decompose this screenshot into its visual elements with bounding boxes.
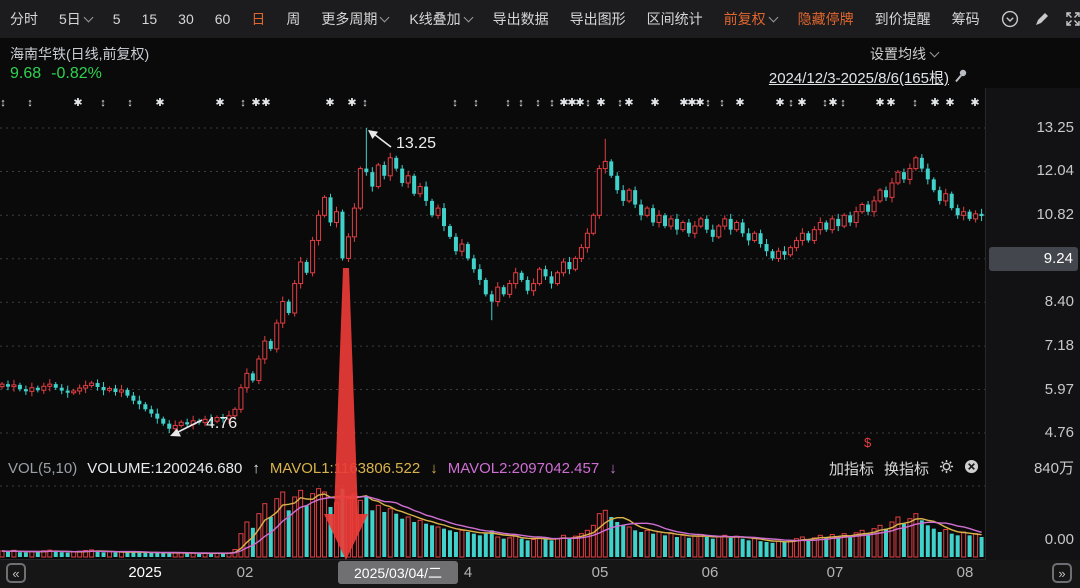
- toolbar-right-icons: [1001, 10, 1080, 28]
- chevron-down-icon: [768, 12, 778, 22]
- toolbar-item-1[interactable]: 5日: [59, 9, 92, 29]
- toolbar-item-label: 导出图形: [570, 9, 626, 29]
- toolbar-item-label: 区间统计: [647, 9, 703, 29]
- ma-settings-button[interactable]: 设置均线: [870, 44, 938, 64]
- toolbar-item-4[interactable]: 30: [178, 11, 194, 27]
- mavol2-value: MAVOL2:2097042.457: [448, 460, 600, 477]
- last-price: 9.68: [10, 65, 41, 83]
- time-axis-label: 07: [827, 564, 844, 581]
- toolbar-item-label: 60: [215, 11, 231, 27]
- toolbar-item-6[interactable]: 日: [251, 9, 265, 29]
- toolbar-item-8[interactable]: 更多周期: [321, 9, 388, 29]
- mavol2-line: [2, 496, 982, 553]
- toolbar-item-label: 日: [251, 9, 265, 29]
- toolbar-item-16[interactable]: 筹码: [952, 9, 980, 29]
- price-axis-label: 7.18: [1045, 337, 1074, 355]
- toolbar-item-label: 15: [142, 11, 158, 27]
- page-title: 海南华铁(日线,前复权): [10, 44, 149, 64]
- toolbar-item-label: 5: [113, 11, 121, 27]
- date-tooltip: 2025/03/04/二: [338, 561, 458, 584]
- candlestick-chart-area[interactable]: [0, 88, 985, 455]
- time-axis: « » 2025 02 4 05 06 07 08: [0, 559, 1080, 588]
- toolbar-item-label: 周: [286, 9, 300, 29]
- price-axis-label: 5.97: [1045, 381, 1074, 399]
- scroll-right-button[interactable]: »: [1052, 563, 1072, 583]
- toolbar-item-10[interactable]: 导出数据: [493, 9, 549, 29]
- chevron-down-icon: [930, 47, 940, 57]
- price-axis-label: 4.76: [1045, 424, 1074, 442]
- date-range-link[interactable]: 2024/12/3-2025/8/6(165根): [769, 67, 968, 88]
- time-axis-label: 02: [237, 564, 254, 581]
- volume-axis-max: 840万: [1034, 460, 1074, 478]
- scroll-left-button[interactable]: «: [6, 563, 26, 583]
- price-axis-label: 8.40: [1045, 293, 1074, 311]
- switch-indicator-button[interactable]: 换指标: [884, 458, 929, 479]
- toolbar-item-15[interactable]: 到价提醒: [875, 9, 931, 29]
- time-axis-label: 05: [592, 564, 609, 581]
- close-indicator-icon[interactable]: [964, 459, 979, 478]
- toolbar-item-13[interactable]: 前复权: [724, 9, 777, 29]
- toolbar-item-14[interactable]: 隐藏停牌: [798, 9, 854, 29]
- stock-chart-app: 分时 5日 5 15 30 60 日 周 更多周期 K线叠加 导出数据 导出图形 区间统计 前复权 隐藏停牌…: [0, 0, 1080, 588]
- toolbar-item-3[interactable]: 15: [142, 11, 158, 27]
- toolbar-item-label: 筹码: [952, 9, 980, 29]
- price-axis: 9.24 840万 0.00 13.25 12.04 10.82 8.40 7.18 5.…: [985, 88, 1080, 560]
- ma-settings-label: 设置均线: [870, 44, 926, 64]
- toolbar-item-label: 隐藏停牌: [798, 9, 854, 29]
- chevron-down-icon: [380, 12, 390, 22]
- gear-icon[interactable]: [939, 459, 954, 478]
- volume-value: VOLUME:1200246.680: [87, 460, 242, 477]
- toolbar-item-7[interactable]: 周: [286, 9, 300, 29]
- fullscreen-icon[interactable]: [1065, 11, 1080, 27]
- toolbar-item-label: K线叠加: [409, 9, 460, 29]
- chevron-down-icon: [83, 12, 93, 22]
- current-price-badge: 9.24: [989, 247, 1078, 271]
- date-range-text: 2024/12/3-2025/8/6(165根): [769, 67, 949, 88]
- toolbar-item-label: 分时: [10, 9, 38, 29]
- price-change-percent: -0.82%: [51, 65, 102, 83]
- volume-direction-arrow: ↑: [252, 460, 260, 477]
- volume-axis-min: 0.00: [1045, 531, 1074, 549]
- time-axis-label: 08: [957, 564, 974, 581]
- toolbar: 分时 5日 5 15 30 60 日 周 更多周期 K线叠加 导出数据 导出图形 区间统计 前复权 隐藏停牌…: [0, 0, 1080, 38]
- vol-indicator-name[interactable]: VOL(5,10): [8, 460, 77, 477]
- toolbar-item-12[interactable]: 区间统计: [647, 9, 703, 29]
- price-row: 9.68 -0.82%: [10, 65, 102, 83]
- price-axis-label: 12.04: [1036, 162, 1074, 180]
- time-axis-label: 06: [702, 564, 719, 581]
- toolbar-item-label: 更多周期: [321, 9, 377, 29]
- toolbar-item-label: 到价提醒: [875, 9, 931, 29]
- history-dropdown-icon[interactable]: [1001, 10, 1019, 28]
- toolbar-item-5[interactable]: 60: [215, 11, 231, 27]
- price-axis-label: 10.82: [1036, 206, 1074, 224]
- toolbar-item-label: 导出数据: [493, 9, 549, 29]
- volume-series: [0, 489, 984, 557]
- toolbar-item-label: 30: [178, 11, 194, 27]
- pen-icon[interactable]: [1034, 11, 1050, 27]
- chevron-down-icon: [463, 12, 473, 22]
- volume-indicator-row: VOL(5,10) VOLUME:1200246.680 ↑ MAVOL1:11…: [0, 455, 985, 481]
- mavol1-line: [2, 494, 982, 553]
- toolbar-item-label: 前复权: [724, 9, 766, 29]
- toolbar-item-11[interactable]: 导出图形: [570, 9, 626, 29]
- pin-icon[interactable]: [953, 68, 968, 87]
- add-indicator-button[interactable]: 加指标: [829, 458, 874, 479]
- toolbar-item-2[interactable]: 5: [113, 11, 121, 27]
- toolbar-item-0[interactable]: 分时: [10, 9, 38, 29]
- time-axis-label: 2025: [128, 564, 161, 581]
- indicator-actions: 加指标 换指标: [829, 458, 979, 479]
- mavol1-direction-arrow: ↓: [430, 460, 438, 477]
- mavol1-value: MAVOL1:1163806.522: [270, 460, 420, 477]
- mavol2-direction-arrow: ↓: [609, 460, 617, 477]
- time-axis-label: 4: [464, 564, 472, 581]
- toolbar-item-label: 5日: [59, 9, 81, 29]
- toolbar-item-9[interactable]: K线叠加: [409, 9, 471, 29]
- price-axis-label: 13.25: [1036, 119, 1074, 137]
